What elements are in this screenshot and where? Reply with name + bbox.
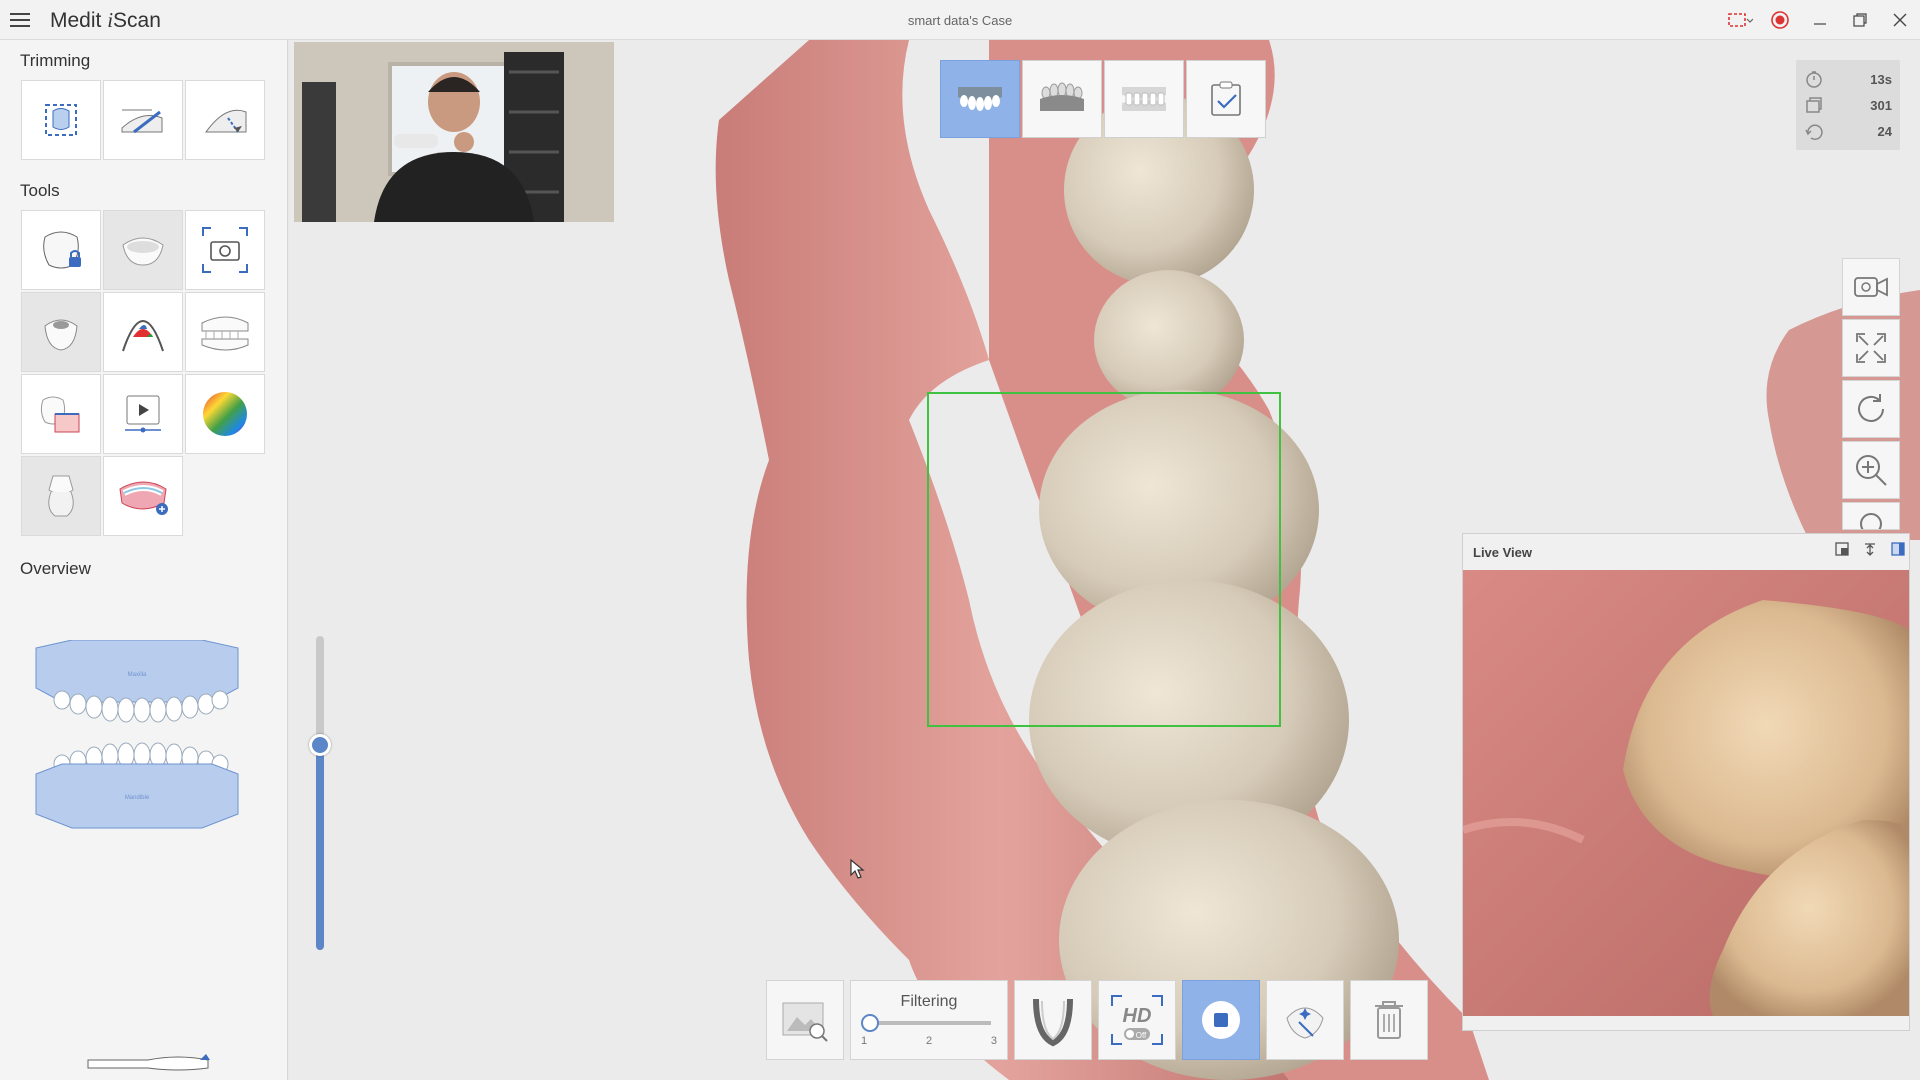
filtering-label: Filtering — [900, 993, 958, 1010]
tab-complete[interactable] — [1186, 60, 1266, 138]
timer-icon — [1806, 71, 1822, 88]
stop-icon — [1202, 1001, 1240, 1039]
filtering-tick-3: 3 — [990, 1035, 997, 1047]
mouse-cursor-icon — [849, 858, 865, 885]
overview-label: Overview — [20, 559, 91, 578]
scan-depth-slider-handle[interactable] — [309, 734, 331, 756]
scanner-device-icon — [84, 1040, 224, 1080]
live-view-pin-icon[interactable] — [1863, 542, 1877, 556]
minimize-icon[interactable] — [1800, 0, 1840, 40]
restore-icon[interactable] — [1840, 0, 1880, 40]
occlusion-tool-icon[interactable] — [185, 292, 265, 372]
reset-rotation-icon[interactable] — [1842, 380, 1900, 438]
lock-tooth-tool-icon[interactable] — [21, 210, 101, 290]
ai-scan-icon — [1286, 1007, 1324, 1039]
video-camera-icon[interactable] — [1842, 258, 1900, 316]
filtering-tick-1: 1 — [861, 1035, 868, 1047]
record-icon[interactable] — [1760, 0, 1800, 40]
more-view-tool-icon[interactable] — [1842, 502, 1900, 530]
webcam-preview — [294, 42, 614, 222]
hd-mode-toggle[interactable]: HD Off — [1098, 980, 1176, 1060]
filtering-tick-2: 2 — [925, 1035, 933, 1047]
snapshot-tool-icon[interactable] — [185, 210, 265, 290]
filtering-slider[interactable]: Filtering 1 2 3 — [850, 980, 1008, 1060]
ai-filter-button[interactable] — [1266, 980, 1344, 1060]
hd-icon: HD Off — [1111, 995, 1163, 1045]
screen-record-area-icon[interactable] — [1720, 0, 1760, 40]
clipboard-check-icon — [1211, 81, 1241, 116]
abutment-tool-icon[interactable] — [21, 456, 101, 536]
tools-label: Tools — [20, 181, 60, 200]
left-panel: Trimming Tools Overview Maxilla Mandible — [0, 40, 288, 1080]
scan-stats-panel: 13s 301 24 — [1796, 60, 1900, 150]
overview-upper-arch-icon[interactable]: Maxilla Mandible — [32, 639, 252, 860]
tools-grid — [21, 210, 265, 536]
window-controls — [1720, 0, 1920, 40]
scan-depth-slider-fill — [316, 744, 324, 950]
playback-tool-icon[interactable] — [103, 374, 183, 454]
filtering-track — [869, 1021, 991, 1025]
polygon-trim-tool-icon[interactable] — [185, 80, 265, 160]
tab-mandible[interactable] — [1022, 60, 1102, 138]
tooth-eraser-tool-icon[interactable] — [103, 210, 183, 290]
lasso-trim-tool-icon[interactable] — [103, 80, 183, 160]
scan-frames-value: 301 — [1870, 97, 1892, 113]
scan-stage-tabs — [940, 60, 1266, 138]
tray-mode-icon[interactable] — [1014, 980, 1092, 1060]
trimming-tools — [21, 80, 265, 160]
scan-depth-slider[interactable] — [309, 636, 331, 950]
live-view-dock-icon[interactable] — [1891, 542, 1905, 556]
select-area-trim-tool-icon[interactable] — [21, 80, 101, 160]
trimming-label: Trimming — [20, 51, 91, 70]
tab-occlusion[interactable] — [1104, 60, 1184, 138]
margin-line-tool-icon[interactable] — [21, 374, 101, 454]
gingiva-tool-icon[interactable] — [103, 456, 183, 536]
scan-rotation-value: 24 — [1877, 123, 1892, 139]
tab-maxilla[interactable] — [940, 60, 1020, 138]
fit-to-screen-icon[interactable] — [1842, 319, 1900, 377]
live-view-title: Live View — [1473, 544, 1533, 560]
occlusion-icon — [1122, 87, 1166, 111]
view-tools — [1842, 258, 1900, 530]
title-bar: Medit iScan smart data's Case — [0, 0, 1920, 40]
scan-bottom-toolbar: Filtering 1 2 3 HD Off — [766, 980, 1428, 1060]
maxilla-icon — [958, 87, 1002, 111]
case-title: smart data's Case — [907, 13, 1013, 28]
color-map-tool-icon[interactable] — [185, 374, 265, 454]
zoom-in-icon[interactable] — [1842, 441, 1900, 499]
scan-time-value: 13s — [1870, 71, 1892, 87]
trash-icon — [1375, 1001, 1403, 1039]
mandible-icon — [1040, 82, 1084, 111]
hd-label: HD — [1123, 1005, 1152, 1027]
live-view-float-icon[interactable] — [1835, 542, 1849, 556]
frames-icon — [1806, 97, 1822, 113]
filtering-handle[interactable] — [861, 1014, 879, 1032]
live-view-panel: Live View — [1462, 533, 1910, 1031]
close-icon[interactable] — [1880, 0, 1920, 40]
stop-scan-button[interactable] — [1182, 980, 1260, 1060]
overview-arches: Maxilla Mandible — [32, 639, 252, 865]
overview-lower-label: Mandible — [125, 795, 150, 801]
crown-tool-icon[interactable] — [21, 292, 101, 372]
hd-state: Off — [1136, 1031, 1147, 1040]
rotation-icon — [1805, 124, 1823, 140]
image-search-icon[interactable] — [766, 980, 844, 1060]
overview-upper-label: Maxilla — [128, 672, 147, 678]
undercut-analysis-tool-icon[interactable] — [103, 292, 183, 372]
live-view-camera-feed — [1463, 570, 1909, 1016]
delete-button[interactable] — [1350, 980, 1428, 1060]
